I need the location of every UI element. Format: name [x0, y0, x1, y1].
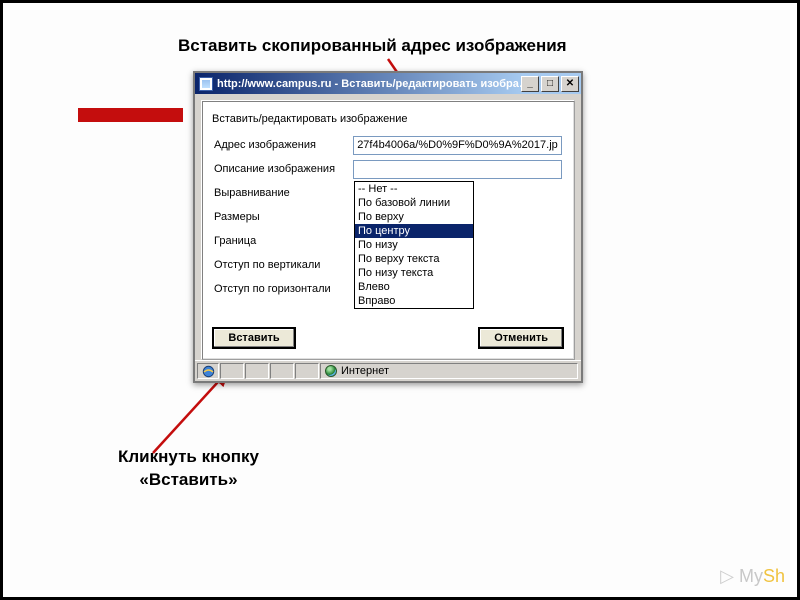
label-size: Размеры [214, 211, 354, 223]
insert-button[interactable]: Вставить [212, 327, 296, 349]
decorative-bar [78, 108, 183, 122]
maximize-button[interactable]: □ [541, 76, 559, 92]
label-image-desc: Описание изображения [214, 163, 353, 175]
status-panel [295, 363, 319, 379]
titlebar: http://www.campus.ru - Вставить/редактир… [195, 73, 581, 94]
alignment-option[interactable]: По базовой линии [355, 196, 473, 210]
status-panel [270, 363, 294, 379]
fieldset: Вставить/редактировать изображение Адрес… [208, 107, 568, 309]
status-panel [220, 363, 244, 379]
watermark: ▷ MySh [720, 566, 785, 587]
status-zone: Интернет [320, 363, 578, 379]
image-desc-input[interactable] [353, 160, 562, 179]
label-hspace: Отступ по горизонтали [214, 283, 354, 295]
annotation-bottom: Кликнуть кнопку «Вставить» [118, 446, 259, 492]
page-icon [199, 77, 213, 91]
slide-frame: Вставить скопированный адрес изображения… [0, 0, 800, 600]
alignment-option[interactable]: По верху [355, 210, 473, 224]
annotation-top: Вставить скопированный адрес изображения [178, 36, 567, 56]
alignment-option[interactable]: По верху текста [355, 252, 473, 266]
label-alignment: Выравнивание [214, 187, 354, 199]
globe-icon [325, 365, 337, 377]
alignment-option[interactable]: Влево [355, 280, 473, 294]
status-panel [245, 363, 269, 379]
alignment-option[interactable]: По центру [355, 224, 473, 238]
alignment-option[interactable]: Вправо [355, 294, 473, 308]
label-vspace: Отступ по вертикали [214, 259, 354, 271]
cancel-button[interactable]: Отменить [478, 327, 564, 349]
ie-icon [197, 363, 219, 379]
statusbar: Интернет [195, 360, 581, 381]
label-image-url: Адрес изображения [214, 139, 353, 151]
close-button[interactable]: ✕ [561, 76, 579, 92]
label-border: Граница [214, 235, 354, 247]
status-zone-text: Интернет [341, 365, 389, 377]
fieldset-legend: Вставить/редактировать изображение [208, 107, 568, 133]
alignment-option[interactable]: По низу [355, 238, 473, 252]
window-title: http://www.campus.ru - Вставить/редактир… [217, 78, 521, 90]
alignment-option[interactable]: -- Нет -- [355, 182, 473, 196]
dialog-body: Вставить/редактировать изображение Адрес… [201, 100, 575, 360]
minimize-button[interactable]: _ [521, 76, 539, 92]
dialog-window: http://www.campus.ru - Вставить/редактир… [193, 71, 583, 383]
alignment-option[interactable]: По низу текста [355, 266, 473, 280]
image-url-input[interactable] [353, 136, 562, 155]
alignment-dropdown[interactable]: -- Нет --По базовой линииПо верхуПо цент… [354, 181, 474, 309]
